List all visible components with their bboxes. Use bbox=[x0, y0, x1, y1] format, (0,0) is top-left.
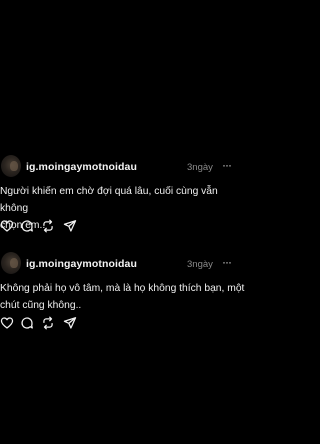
post-text-line: chút cũng không.. bbox=[0, 300, 82, 311]
comment-icon[interactable] bbox=[20, 219, 34, 233]
repost-icon[interactable] bbox=[41, 219, 55, 233]
username[interactable]: ig.moingaymotnoidau bbox=[26, 161, 137, 173]
heart-icon[interactable] bbox=[0, 219, 14, 233]
more-icon[interactable]: ··· bbox=[222, 255, 232, 269]
avatar[interactable] bbox=[1, 252, 21, 274]
share-icon[interactable] bbox=[63, 316, 77, 330]
repost-icon[interactable] bbox=[41, 316, 55, 330]
post-text-line: Không phải họ vô tâm, mà là họ không thí… bbox=[0, 283, 245, 294]
post-text-line: Người khiến em chờ đợi quá lâu, cuối cùn… bbox=[0, 186, 218, 214]
heart-icon[interactable] bbox=[0, 316, 14, 330]
more-icon[interactable]: ··· bbox=[222, 158, 232, 172]
share-icon[interactable] bbox=[63, 219, 77, 233]
post-text: Người khiến em chờ đợi quá lâu, cuối cùn… bbox=[0, 183, 248, 234]
post-text: Không phải họ vô tâm, mà là họ không thí… bbox=[0, 280, 248, 314]
username[interactable]: ig.moingaymotnoidau bbox=[26, 258, 137, 270]
post-text-line: chọn em.. bbox=[0, 220, 46, 231]
post-time: 3ngày bbox=[187, 259, 213, 270]
comment-icon[interactable] bbox=[20, 316, 34, 330]
post-time: 3ngày bbox=[187, 162, 213, 173]
avatar[interactable] bbox=[1, 155, 21, 177]
